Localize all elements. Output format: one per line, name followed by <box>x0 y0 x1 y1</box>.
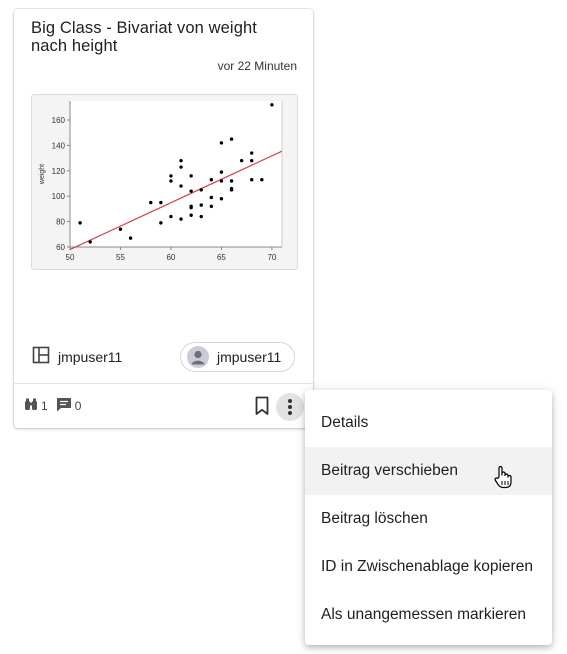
data-point <box>219 170 224 174</box>
data-point <box>189 213 193 217</box>
data-point <box>229 186 234 191</box>
owner-label: jmpuser11 <box>58 348 123 365</box>
hand-pointer-cursor <box>494 465 512 494</box>
views-stat: 1 <box>24 398 48 414</box>
data-point <box>260 178 264 182</box>
data-point <box>209 204 214 209</box>
data-point <box>179 217 183 221</box>
data-point <box>250 158 254 163</box>
x-tick-label: 60 <box>166 253 175 262</box>
chart-thumbnail[interactable]: 60 80 100 120 140 160 50 55 60 65 70 weight <box>31 94 298 270</box>
data-point <box>209 178 214 182</box>
menu-item-details[interactable]: Details <box>305 399 552 447</box>
data-point <box>128 236 133 240</box>
data-point <box>229 179 234 183</box>
data-point <box>159 221 163 225</box>
data-point <box>118 227 123 231</box>
data-point <box>229 137 234 141</box>
card-stats: 1 0 <box>24 397 89 415</box>
data-point <box>189 189 193 193</box>
y-tick-label: 100 <box>52 192 66 201</box>
views-count: 1 <box>41 399 48 413</box>
comment-icon <box>56 397 72 415</box>
y-tick-label: 160 <box>52 116 66 125</box>
data-point <box>219 141 224 145</box>
data-point <box>78 221 82 225</box>
author-name: jmpuser11 <box>217 349 282 365</box>
data-point <box>239 158 244 163</box>
more-vertical-icon[interactable] <box>276 393 304 421</box>
post-title[interactable]: Big Class - Bivariat von weight nach hei… <box>31 19 293 55</box>
data-point <box>179 184 183 188</box>
data-point <box>250 178 254 182</box>
data-point <box>169 214 173 219</box>
y-tick-label: 60 <box>56 243 65 252</box>
x-tick-label: 50 <box>66 253 75 262</box>
data-point <box>199 188 203 192</box>
user-avatar-icon <box>187 346 209 368</box>
bookmark-icon[interactable] <box>253 396 271 421</box>
x-tick-label: 65 <box>217 253 226 262</box>
menu-item-delete-post[interactable]: Beitrag löschen <box>305 495 552 543</box>
y-axis-label: weight <box>39 164 46 185</box>
data-point <box>179 165 183 169</box>
data-point <box>179 158 183 163</box>
author-chip[interactable]: jmpuser11 <box>180 342 295 372</box>
binoculars-icon <box>24 398 38 414</box>
post-timestamp: vor 22 Minuten <box>217 59 297 73</box>
data-point <box>270 103 274 107</box>
y-tick-label: 80 <box>56 218 65 227</box>
menu-item-label: Beitrag verschieben <box>321 462 458 479</box>
x-tick-label: 55 <box>116 253 125 262</box>
data-point <box>199 203 203 207</box>
data-point <box>169 179 173 183</box>
data-point <box>209 195 214 200</box>
menu-item-copy-id[interactable]: ID in Zwischenablage kopieren <box>305 543 552 591</box>
data-point <box>219 179 224 183</box>
data-point <box>159 200 163 205</box>
data-point <box>189 174 193 178</box>
comments-stat: 0 <box>56 397 82 415</box>
plot-area <box>70 101 282 247</box>
data-point <box>149 200 153 205</box>
card-divider <box>14 383 313 384</box>
data-point <box>88 240 92 244</box>
x-tick-label: 70 <box>267 253 276 262</box>
scatter-chart: 60 80 100 120 140 160 50 55 60 65 70 weight <box>39 101 283 262</box>
owner-location[interactable]: jmpuser11 <box>32 346 122 367</box>
data-point <box>169 174 173 178</box>
comments-count: 0 <box>74 399 82 413</box>
menu-item-report[interactable]: Als unangemessen markieren <box>305 591 552 639</box>
menu-item-move-post[interactable]: Beitrag verschieben <box>305 447 552 495</box>
data-point <box>250 151 254 155</box>
y-tick-label: 120 <box>52 167 66 176</box>
data-point <box>189 204 193 209</box>
data-point <box>199 214 203 219</box>
layout-panel-icon <box>32 346 50 367</box>
data-point <box>219 197 224 201</box>
post-card[interactable]: Big Class - Bivariat von weight nach hei… <box>14 9 313 428</box>
post-context-menu: Details Beitrag verschieben Beitrag lösc… <box>305 390 552 645</box>
y-tick-label: 140 <box>52 141 66 150</box>
